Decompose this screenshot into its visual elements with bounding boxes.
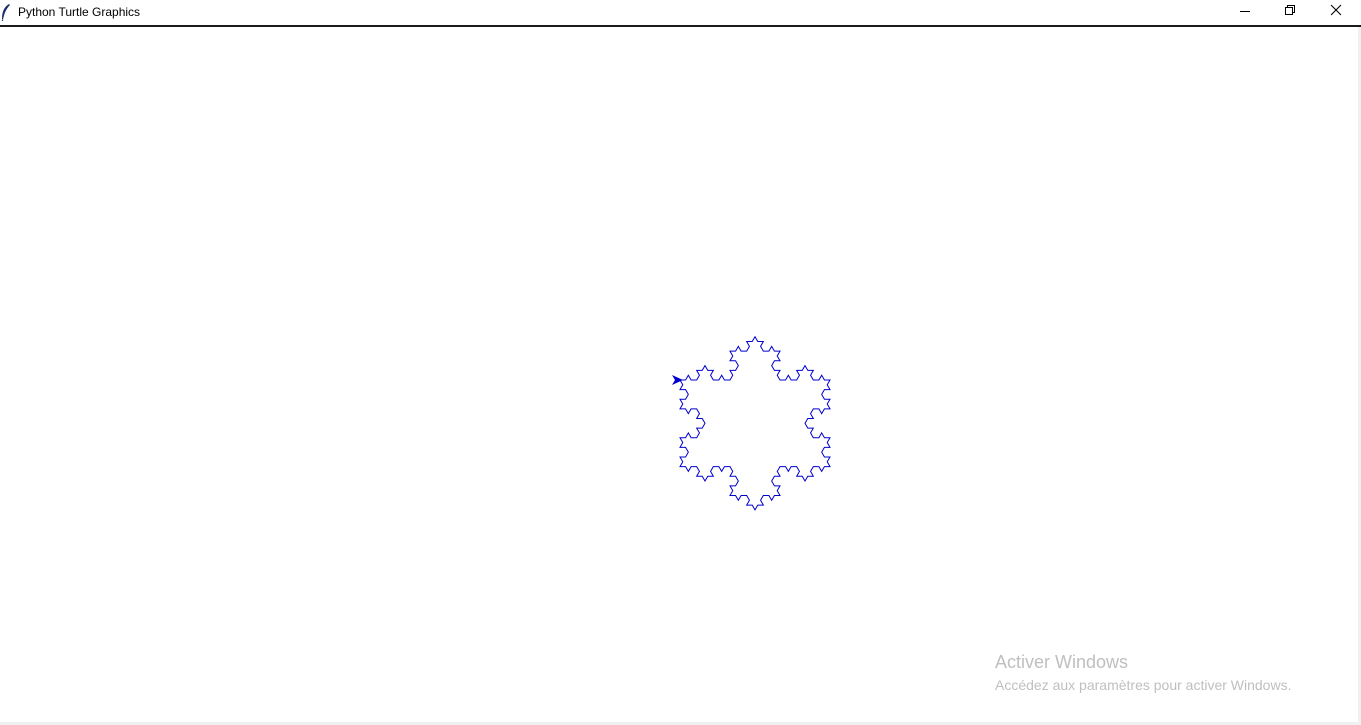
feather-icon xyxy=(1,4,10,21)
turtle-arrow-icon xyxy=(672,375,683,385)
close-icon xyxy=(1330,4,1342,16)
restore-button[interactable] xyxy=(1267,0,1313,25)
koch-snowflake xyxy=(679,335,831,511)
title-bar[interactable]: Python Turtle Graphics xyxy=(0,0,1361,27)
turtle-canvas[interactable] xyxy=(0,27,1358,723)
activation-watermark-subtitle: Accédez aux paramètres pour activer Wind… xyxy=(995,677,1292,693)
activation-watermark-title: Activer Windows xyxy=(995,652,1129,672)
window-title: Python Turtle Graphics xyxy=(18,5,141,19)
restore-icon xyxy=(1285,5,1295,15)
turtle-window: Python Turtle Graphics Activer Windows A… xyxy=(0,0,1361,725)
minimize-icon xyxy=(1240,11,1250,12)
close-button[interactable] xyxy=(1313,0,1359,25)
koch-snowflake-drawing xyxy=(672,335,831,511)
minimize-button[interactable] xyxy=(1222,0,1268,25)
